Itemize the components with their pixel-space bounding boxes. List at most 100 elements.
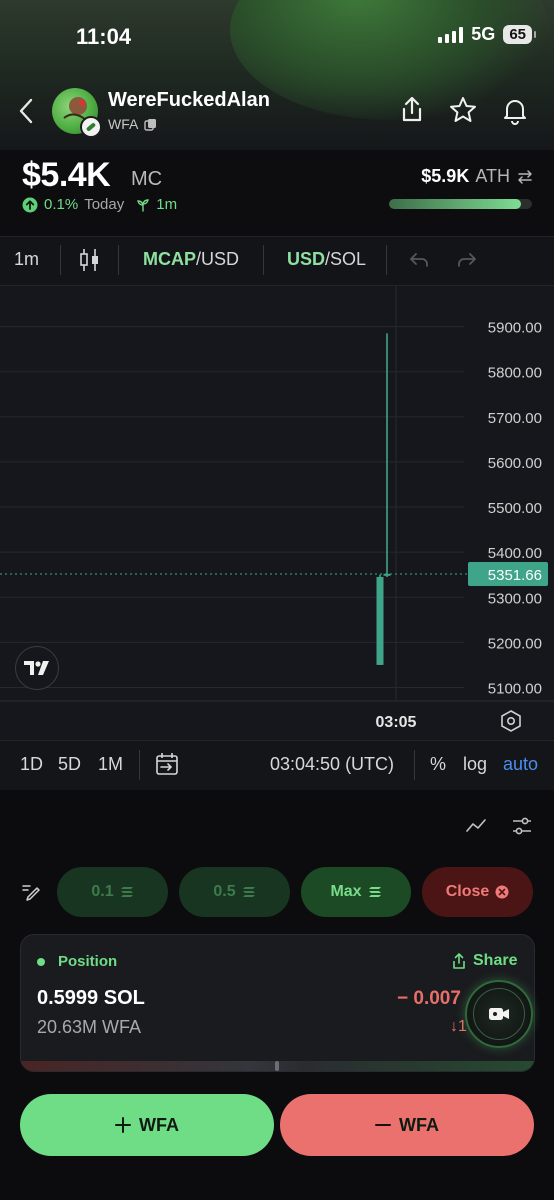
share-icon bbox=[453, 953, 465, 969]
range-1m[interactable]: 1M bbox=[98, 754, 123, 775]
position-pnl-percent: ↓1 bbox=[450, 1018, 467, 1035]
token-symbol-row: WFA bbox=[108, 116, 157, 132]
candle-body bbox=[376, 576, 384, 665]
position-pnl: − 0.007 bbox=[397, 988, 461, 1009]
video-camera-icon bbox=[489, 1008, 509, 1020]
status-time: 11:04 bbox=[76, 24, 132, 49]
buy-label: WFA bbox=[139, 1114, 179, 1135]
token-symbol: WFA bbox=[108, 116, 139, 132]
mcap-suffix: /USD bbox=[196, 249, 240, 269]
tradingview-icon bbox=[24, 661, 49, 675]
redo-button[interactable] bbox=[456, 250, 478, 275]
usd-sol-toggle[interactable]: USD/SOL bbox=[287, 249, 366, 270]
token-name: WereFuckedAlan bbox=[108, 89, 270, 111]
y-tick-label: 5500.00 bbox=[488, 500, 542, 517]
notifications-button[interactable] bbox=[499, 94, 531, 126]
network-label: 5G bbox=[471, 24, 496, 44]
star-icon bbox=[450, 97, 476, 122]
chart-style-button[interactable] bbox=[464, 814, 488, 843]
preset-0-5-label: 0.5 bbox=[213, 883, 236, 900]
sell-label: WFA bbox=[399, 1114, 439, 1135]
chart-time-utc[interactable]: 03:04:50 (UTC) bbox=[270, 754, 394, 775]
pill-icon bbox=[80, 116, 102, 138]
status-bar-indicators: 5G 65 bbox=[438, 24, 536, 45]
share-label: Share bbox=[473, 952, 518, 969]
sprout-icon bbox=[137, 198, 150, 212]
auto-scale-toggle[interactable]: auto bbox=[503, 754, 538, 775]
preset-0-5-button[interactable]: 0.5 bbox=[179, 867, 290, 917]
ath-value: $5.9K bbox=[421, 166, 470, 186]
preset-max-label: Max bbox=[330, 883, 362, 900]
line-chart-icon bbox=[466, 819, 486, 832]
position-share-button[interactable]: Share bbox=[451, 952, 517, 970]
y-tick-label: 5700.00 bbox=[488, 410, 542, 427]
y-tick-label: 5900.00 bbox=[488, 320, 542, 337]
ath-progress-bar bbox=[389, 199, 532, 209]
record-video-button[interactable] bbox=[465, 980, 533, 1048]
chart-canvas[interactable]: 5900.00 5800.00 5700.00 5600.00 5500.00 5400.… bbox=[0, 286, 554, 740]
chevron-left-icon bbox=[19, 98, 33, 124]
y-tick-label: 5200.00 bbox=[488, 635, 542, 652]
interval-selector[interactable]: 1m bbox=[14, 249, 39, 270]
redo-icon bbox=[458, 253, 476, 267]
close-position-button[interactable]: Close bbox=[422, 867, 533, 917]
swap-icon[interactable] bbox=[516, 168, 534, 186]
price-chart[interactable]: 5900.00 5800.00 5700.00 5600.00 5500.00 5400.… bbox=[0, 286, 554, 740]
solana-icon bbox=[368, 887, 381, 897]
sliders-icon bbox=[513, 817, 531, 835]
preset-max-button[interactable]: Max bbox=[301, 867, 411, 917]
preset-0-1-label: 0.1 bbox=[91, 883, 114, 900]
axis-settings-icon[interactable] bbox=[501, 710, 521, 732]
bell-icon bbox=[504, 100, 526, 125]
change-row: 0.1% Today 1m bbox=[22, 196, 177, 213]
log-scale-toggle[interactable]: log bbox=[463, 754, 487, 775]
range-1d[interactable]: 1D bbox=[20, 754, 43, 775]
ath-label: ATH bbox=[475, 166, 510, 186]
buy-button[interactable]: WFA bbox=[20, 1094, 274, 1156]
y-tick-label: 5400.00 bbox=[488, 545, 542, 562]
preset-0-1-button[interactable]: 0.1 bbox=[57, 867, 168, 917]
ath-row[interactable]: $5.9K ATH bbox=[421, 166, 534, 187]
x-tick-label: 03:05 bbox=[376, 714, 417, 731]
tradingview-logo[interactable] bbox=[15, 646, 59, 690]
date-range-button[interactable] bbox=[154, 751, 180, 782]
mcap-usd-toggle[interactable]: MCAP/USD bbox=[143, 249, 239, 270]
close-label: Close bbox=[445, 883, 490, 900]
sell-button[interactable]: WFA bbox=[280, 1094, 534, 1156]
minus-icon bbox=[375, 1124, 391, 1126]
y-tick-label: 5300.00 bbox=[488, 590, 542, 607]
mcap-label: MCAP bbox=[143, 249, 196, 269]
favorite-button[interactable] bbox=[447, 94, 479, 126]
copy-icon[interactable] bbox=[144, 118, 157, 131]
ath-progress-fill bbox=[389, 199, 521, 209]
pencil-lines-icon bbox=[22, 885, 40, 901]
plus-icon bbox=[115, 1117, 131, 1133]
settings-button[interactable] bbox=[510, 814, 534, 843]
usd-label: USD bbox=[287, 249, 326, 269]
change-percent: 0.1% bbox=[44, 196, 79, 213]
market-cap-value: $5.4K bbox=[22, 156, 111, 194]
share-button[interactable] bbox=[396, 94, 428, 126]
y-tick-label: 5600.00 bbox=[488, 455, 542, 472]
y-tick-label: 5800.00 bbox=[488, 365, 542, 382]
token-age: 1m bbox=[156, 196, 178, 213]
percent-scale-toggle[interactable]: % bbox=[430, 754, 446, 775]
arrow-up-circle-icon bbox=[22, 197, 38, 212]
range-5d[interactable]: 5D bbox=[58, 754, 81, 775]
calendar-arrow-icon bbox=[156, 753, 178, 775]
share-icon bbox=[402, 96, 422, 122]
close-circle-icon bbox=[495, 885, 509, 899]
undo-icon bbox=[410, 253, 428, 267]
usd-suffix: /SOL bbox=[325, 249, 367, 269]
signal-icon bbox=[438, 26, 464, 43]
token-avatar[interactable] bbox=[52, 88, 102, 138]
back-button[interactable] bbox=[14, 94, 40, 128]
edit-presets-button[interactable] bbox=[20, 880, 42, 907]
candlestick-type-button[interactable] bbox=[78, 247, 102, 278]
change-period: Today bbox=[84, 196, 125, 213]
solana-icon bbox=[242, 887, 255, 897]
undo-button[interactable] bbox=[408, 250, 430, 275]
y-tick-label: 5100.00 bbox=[488, 680, 542, 697]
position-status-dot bbox=[37, 958, 45, 966]
battery-icon: 65 bbox=[503, 25, 536, 44]
